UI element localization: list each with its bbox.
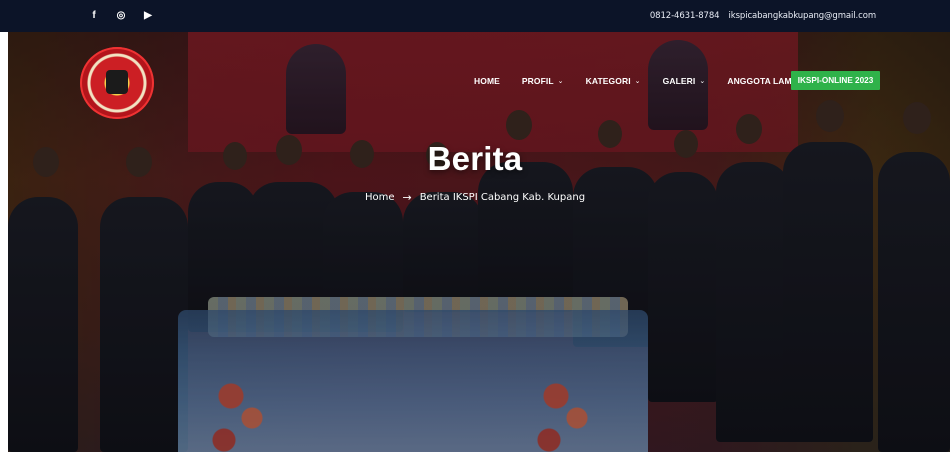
contact-info: 0812-4631-8784 ikspicabangkabkupang@gmai… xyxy=(650,0,876,32)
nav-item-label: GALERI xyxy=(662,76,696,86)
chevron-down-icon: ⌄ xyxy=(557,78,564,85)
facebook-icon[interactable]: f xyxy=(89,11,99,21)
chevron-down-icon: ⌄ xyxy=(634,78,641,85)
nav-item-anggota-lama[interactable]: ANGGOTA LAMA xyxy=(727,76,798,86)
breadcrumb: Home → Berita IKSPI Cabang Kab. Kupang xyxy=(0,191,950,204)
social-links: f ◎ ▶ xyxy=(89,0,153,32)
top-bar: f ◎ ▶ 0812-4631-8784 ikspicabangkabkupan… xyxy=(0,0,950,32)
nav-item-label: PROFIL xyxy=(521,76,554,86)
arrow-right-icon: → xyxy=(402,191,412,204)
youtube-icon[interactable]: ▶ xyxy=(143,11,153,21)
logo-emblem-icon xyxy=(106,70,128,94)
nav-item-kategori[interactable]: KATEGORI ⌄ xyxy=(586,76,641,86)
breadcrumb-current: Berita IKSPI Cabang Kab. Kupang xyxy=(419,192,586,203)
nav-item-label: ANGGOTA LAMA xyxy=(727,76,798,86)
instagram-icon[interactable]: ◎ xyxy=(116,11,126,21)
phone-number[interactable]: 0812-4631-8784 xyxy=(650,11,720,21)
nav-item-galeri[interactable]: GALERI ⌄ xyxy=(663,76,706,86)
nav-item-profil[interactable]: PROFIL ⌄ xyxy=(522,76,564,86)
main-nav: HOME PROFIL ⌄ KATEGORI ⌄ GALERI ⌄ ANGGOT… xyxy=(474,73,820,89)
page-title: Berita xyxy=(427,140,523,177)
breadcrumb-home-link[interactable]: Home xyxy=(365,192,395,203)
nav-item-home[interactable]: HOME xyxy=(474,76,500,86)
nav-item-label: KATEGORI xyxy=(585,76,631,86)
nav-item-label: HOME xyxy=(474,76,500,86)
email-address[interactable]: ikspicabangkabkupang@gmail.com xyxy=(728,11,876,21)
ikspi-online-button[interactable]: IKSPI-ONLINE 2023 xyxy=(791,71,880,90)
site-logo[interactable] xyxy=(80,47,154,119)
chevron-down-icon: ⌄ xyxy=(699,78,706,85)
